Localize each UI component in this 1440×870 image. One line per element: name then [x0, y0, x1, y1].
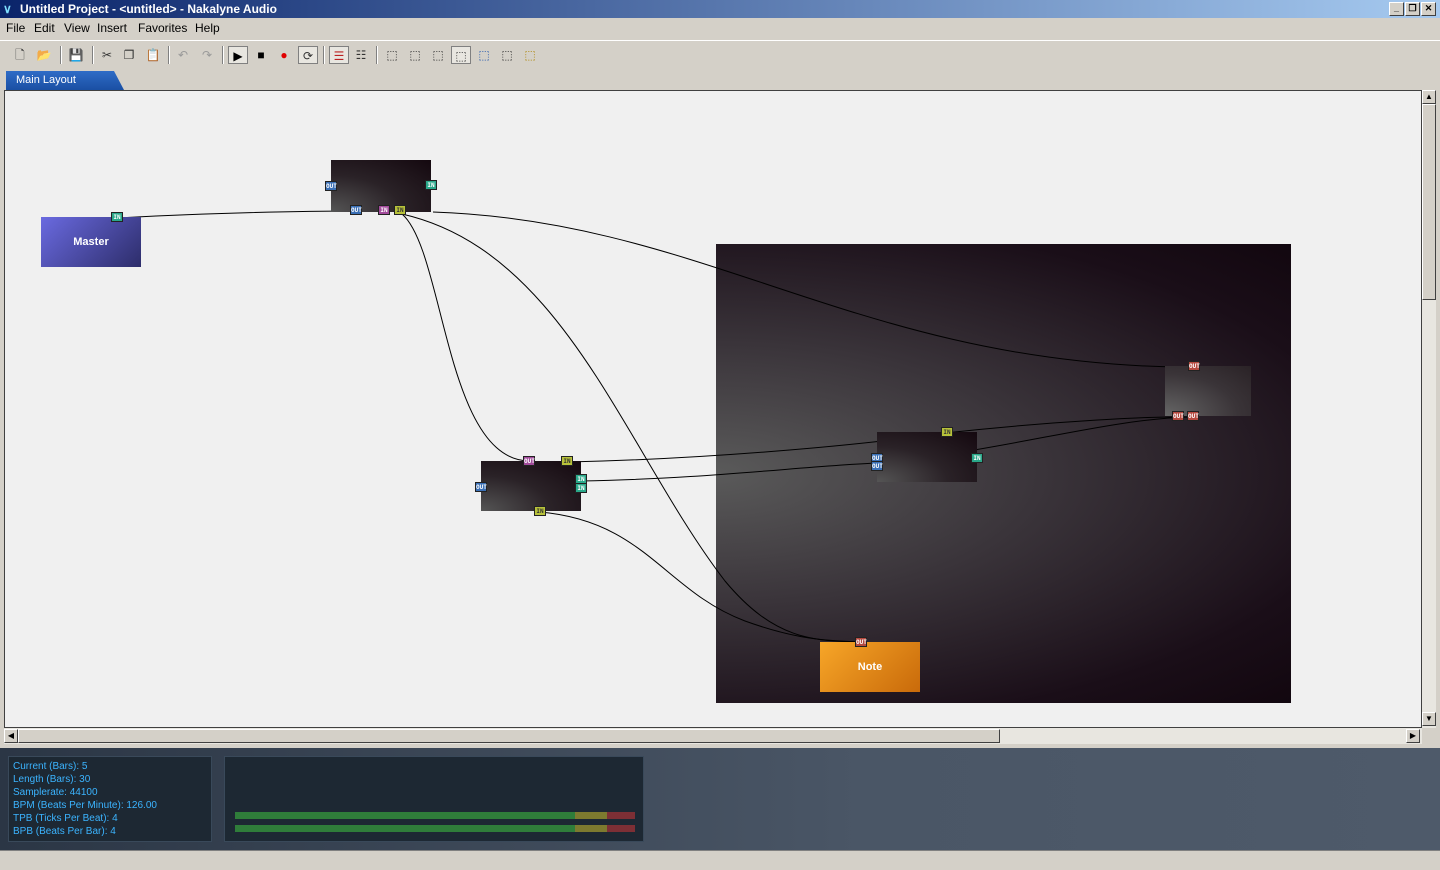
- left-level-bar: [235, 812, 635, 819]
- vertical-scrollbar[interactable]: ▲ ▼: [1422, 90, 1436, 728]
- window-title: Untitled Project - <untitled> - Nakalyne…: [20, 2, 277, 16]
- in-port[interactable]: IN: [561, 456, 573, 466]
- wire: [401, 213, 531, 462]
- horizontal-scroll-thumb[interactable]: [18, 729, 1000, 743]
- redo-icon[interactable]: ↷: [197, 46, 217, 64]
- menu-favorites[interactable]: Favorites: [138, 21, 187, 35]
- menu-help[interactable]: Help: [195, 21, 220, 35]
- mixer-icon[interactable]: ☰: [329, 46, 349, 64]
- wire: [116, 210, 358, 219]
- cut-icon[interactable]: ✂: [97, 46, 117, 64]
- layout-canvas[interactable]: Master IN OUT IN OUT IN IN OUT IN OUT IN…: [4, 90, 1422, 728]
- menu-bar: File Edit View Insert Favorites Help: [0, 18, 1440, 38]
- plugins-icon[interactable]: ☷: [351, 46, 371, 64]
- current-bars: Current (Bars): 5: [13, 761, 88, 772]
- in-port[interactable]: IN: [425, 180, 437, 190]
- restore-button[interactable]: ❐: [1405, 2, 1420, 16]
- close-button[interactable]: ✕: [1421, 2, 1436, 16]
- tab-strip: Main Layout: [0, 68, 1440, 90]
- view6-icon[interactable]: ⬚: [497, 46, 517, 64]
- note-node-label: Note: [857, 661, 883, 673]
- record-icon[interactable]: ●: [274, 46, 294, 64]
- note-node[interactable]: Note: [820, 642, 920, 692]
- in-port[interactable]: IN: [971, 453, 983, 463]
- in-port[interactable]: IN: [394, 205, 406, 215]
- tpb: TPB (Ticks Per Beat): 4: [13, 813, 118, 824]
- minimize-button[interactable]: _: [1389, 2, 1404, 16]
- save-icon[interactable]: 💾: [66, 46, 86, 64]
- project-info-panel: Current (Bars): 5 Length (Bars): 30 Samp…: [8, 756, 212, 842]
- view3-icon[interactable]: ⬚: [428, 46, 448, 64]
- title-bar: ∨ Untitled Project - <untitled> - Nakaly…: [0, 0, 1440, 18]
- scroll-up-button[interactable]: ▲: [1422, 90, 1436, 104]
- new-icon[interactable]: 🗋: [10, 46, 30, 64]
- view5-icon[interactable]: ⬚: [474, 46, 494, 64]
- out-port[interactable]: OUT: [855, 637, 867, 647]
- in-port[interactable]: IN: [378, 205, 390, 215]
- out-port[interactable]: OUT: [1172, 411, 1184, 421]
- bpm: BPM (Beats Per Minute): 126.00: [13, 800, 157, 811]
- wire: [401, 213, 864, 643]
- status-bar: [0, 850, 1440, 870]
- menu-view[interactable]: View: [64, 21, 90, 35]
- samplerate: Samplerate: 44100: [13, 787, 98, 798]
- out-port[interactable]: OUT: [871, 461, 883, 471]
- out-port[interactable]: OUT: [523, 456, 535, 466]
- out-port[interactable]: OUT: [1188, 361, 1200, 371]
- effect-node-middle[interactable]: [481, 461, 581, 511]
- view4-icon[interactable]: ⬚: [451, 46, 471, 64]
- out-port[interactable]: OUT: [475, 482, 487, 492]
- wire: [432, 211, 1176, 368]
- wire: [539, 511, 864, 643]
- menu-edit[interactable]: Edit: [34, 21, 55, 35]
- wire: [580, 462, 878, 482]
- scroll-left-button[interactable]: ◀: [4, 729, 18, 743]
- in-port[interactable]: IN: [941, 427, 953, 437]
- open-icon[interactable]: 📂: [34, 46, 54, 64]
- scroll-down-button[interactable]: ▼: [1422, 712, 1436, 726]
- menu-insert[interactable]: Insert: [97, 21, 127, 35]
- horizontal-scrollbar[interactable]: ◀ ▶: [4, 728, 1422, 744]
- master-node[interactable]: Master: [41, 217, 141, 267]
- level-meter: [224, 756, 644, 842]
- paste-icon[interactable]: 📋: [143, 46, 163, 64]
- right-level-bar: [235, 825, 635, 832]
- effect-node-right[interactable]: [877, 432, 977, 482]
- bpb: BPB (Beats Per Bar): 4: [13, 826, 116, 837]
- in-port[interactable]: IN: [534, 506, 546, 516]
- app-icon: ∨: [3, 2, 12, 16]
- out-port[interactable]: OUT: [350, 205, 362, 215]
- copy-icon[interactable]: ❐: [119, 46, 139, 64]
- vertical-scroll-thumb[interactable]: [1422, 104, 1436, 300]
- out-port[interactable]: OUT: [1187, 411, 1199, 421]
- stop-icon[interactable]: ■: [251, 46, 271, 64]
- out-port[interactable]: OUT: [325, 181, 337, 191]
- master-node-label: Master: [73, 236, 109, 248]
- transport-panel: Current (Bars): 5 Length (Bars): 30 Samp…: [0, 748, 1440, 850]
- scroll-right-button[interactable]: ▶: [1406, 729, 1420, 743]
- undo-icon[interactable]: ↶: [173, 46, 193, 64]
- toolbar: 🗋 📂 💾 ✂ ❐ 📋 ↶ ↷ ▶ ■ ● ⟳ ☰ ☷ ⬚ ⬚ ⬚ ⬚ ⬚ ⬚ …: [0, 40, 1440, 68]
- tab-main-layout[interactable]: Main Layout: [6, 71, 124, 90]
- view7-icon[interactable]: ⬚: [520, 46, 540, 64]
- menu-file[interactable]: File: [6, 21, 25, 35]
- loop-icon[interactable]: ⟳: [298, 46, 318, 64]
- play-icon[interactable]: ▶: [228, 46, 248, 64]
- effect-node-far-right[interactable]: [1165, 366, 1251, 416]
- length-bars: Length (Bars): 30: [13, 774, 91, 785]
- view2-icon[interactable]: ⬚: [405, 46, 425, 64]
- master-in-port[interactable]: IN: [111, 212, 123, 222]
- view1-icon[interactable]: ⬚: [382, 46, 402, 64]
- in-port[interactable]: IN: [575, 483, 587, 493]
